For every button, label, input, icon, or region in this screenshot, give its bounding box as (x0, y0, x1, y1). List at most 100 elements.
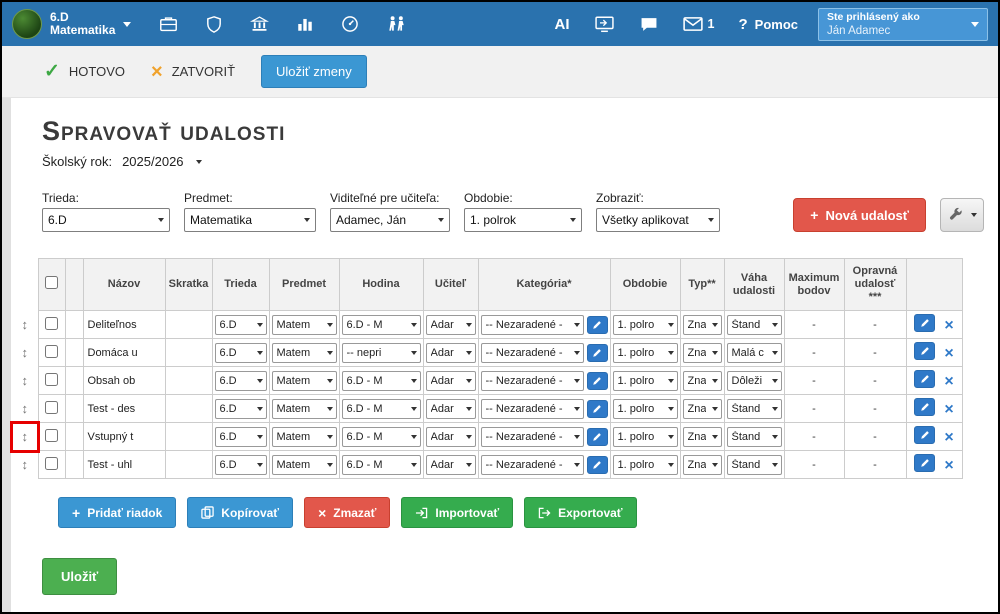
filter-teacher-select[interactable]: Adamec, Ján (330, 208, 450, 232)
edit-category-button[interactable] (587, 344, 608, 362)
bar-chart-icon[interactable] (296, 15, 314, 33)
skratka-cell[interactable] (165, 311, 212, 339)
row-checkbox[interactable] (45, 373, 58, 386)
weight-select[interactable]: Dôleži (727, 371, 782, 391)
class-select[interactable]: 6.D (215, 343, 267, 363)
term-select[interactable]: 1. polro (613, 371, 678, 391)
subject-select[interactable]: Matem (272, 455, 337, 475)
save-changes-button[interactable]: Uložiť zmeny (261, 55, 367, 88)
cast-screen-icon[interactable] (594, 15, 615, 33)
edit-category-button[interactable] (587, 372, 608, 390)
drag-handle-icon[interactable]: ↕ (22, 373, 29, 388)
class-select[interactable]: 6.D (215, 455, 267, 475)
subject-select[interactable]: Matem (272, 399, 337, 419)
import-button[interactable]: Importovať (401, 497, 513, 528)
drag-handle-icon[interactable]: ↕ (22, 345, 29, 360)
drag-handle-icon[interactable]: ↕ (22, 457, 29, 472)
chat-bubble-icon[interactable] (639, 16, 659, 33)
people-icon[interactable] (386, 15, 408, 33)
subject-select[interactable]: Matem (272, 343, 337, 363)
class-select[interactable]: 6.D (215, 427, 267, 447)
weight-select[interactable]: Štand (727, 427, 782, 447)
lesson-select[interactable]: 6.D - M (342, 315, 421, 335)
type-select[interactable]: Zna (683, 371, 722, 391)
edit-category-button[interactable] (587, 400, 608, 418)
row-checkbox[interactable] (45, 345, 58, 358)
term-select[interactable]: 1. polro (613, 455, 678, 475)
lesson-select[interactable]: 6.D - M (342, 399, 421, 419)
help-menu[interactable]: ? Pomoc (738, 16, 798, 33)
skratka-cell[interactable] (165, 367, 212, 395)
close-button[interactable]: × ZATVORIŤ (151, 62, 235, 82)
delete-row-icon[interactable]: × (944, 317, 953, 334)
skratka-cell[interactable] (165, 451, 212, 479)
class-switcher[interactable]: 6.D Matematika (12, 9, 131, 39)
gauge-icon[interactable] (341, 15, 359, 33)
category-select[interactable]: -- Nezaradené - (481, 455, 584, 475)
drag-handle-icon[interactable]: ↕ (22, 317, 29, 332)
type-select[interactable]: Zna (683, 343, 722, 363)
drag-handle-icon[interactable]: ↕ (22, 429, 29, 444)
weight-select[interactable]: Štand (727, 315, 782, 335)
edit-category-button[interactable] (587, 316, 608, 334)
skratka-cell[interactable] (165, 395, 212, 423)
edit-category-button[interactable] (587, 428, 608, 446)
edit-category-button[interactable] (587, 456, 608, 474)
teacher-select[interactable]: Adar (426, 315, 476, 335)
term-select[interactable]: 1. polro (613, 427, 678, 447)
category-select[interactable]: -- Nezaradené - (481, 343, 584, 363)
edit-row-button[interactable] (914, 370, 935, 388)
ai-nav-item[interactable]: AI (555, 16, 570, 33)
event-name-cell[interactable]: Test - des (83, 395, 165, 423)
settings-button[interactable] (940, 198, 984, 232)
event-name-cell[interactable]: Domáca u (83, 339, 165, 367)
row-checkbox[interactable] (45, 317, 58, 330)
category-select[interactable]: -- Nezaradené - (481, 427, 584, 447)
delete-row-icon[interactable]: × (944, 345, 953, 362)
lesson-select[interactable]: 6.D - M (342, 455, 421, 475)
user-menu[interactable]: Ste prihlásený ako Ján Adamec (818, 8, 988, 41)
done-button[interactable]: ✓ HOTOVO (44, 62, 125, 81)
filter-subject-select[interactable]: Matematika (184, 208, 316, 232)
drag-handle-icon[interactable]: ↕ (22, 401, 29, 416)
teacher-select[interactable]: Adar (426, 399, 476, 419)
event-name-cell[interactable]: Vstupný t (83, 423, 165, 451)
skratka-cell[interactable] (165, 423, 212, 451)
class-select[interactable]: 6.D (215, 399, 267, 419)
lesson-select[interactable]: 6.D - M (342, 427, 421, 447)
term-select[interactable]: 1. polro (613, 343, 678, 363)
row-checkbox[interactable] (45, 401, 58, 414)
edit-row-button[interactable] (914, 454, 935, 472)
save-button[interactable]: Uložiť (42, 558, 117, 595)
select-all-checkbox[interactable] (45, 276, 58, 289)
weight-select[interactable]: Štand (727, 455, 782, 475)
filter-class-select[interactable]: 6.D (42, 208, 170, 232)
filter-show-select[interactable]: Všetky aplikovat (596, 208, 720, 232)
weight-select[interactable]: Štand (727, 399, 782, 419)
messages-nav-item[interactable]: 1 (683, 16, 715, 32)
category-select[interactable]: -- Nezaradené - (481, 315, 584, 335)
bank-icon[interactable] (250, 15, 269, 33)
skratka-cell[interactable] (165, 339, 212, 367)
delete-button[interactable]: × Zmazať (304, 497, 390, 528)
subject-select[interactable]: Matem (272, 427, 337, 447)
event-name-cell[interactable]: Obsah ob (83, 367, 165, 395)
teacher-select[interactable]: Adar (426, 455, 476, 475)
type-select[interactable]: Zna (683, 455, 722, 475)
export-button[interactable]: Exportovať (524, 497, 636, 528)
teacher-select[interactable]: Adar (426, 343, 476, 363)
edit-row-button[interactable] (914, 426, 935, 444)
filter-term-select[interactable]: 1. polrok (464, 208, 582, 232)
weight-select[interactable]: Malá c (727, 343, 782, 363)
subject-select[interactable]: Matem (272, 315, 337, 335)
type-select[interactable]: Zna (683, 399, 722, 419)
category-select[interactable]: -- Nezaradené - (481, 399, 584, 419)
new-event-button[interactable]: + Nová udalosť (793, 198, 926, 232)
class-select[interactable]: 6.D (215, 315, 267, 335)
delete-row-icon[interactable]: × (944, 401, 953, 418)
type-select[interactable]: Zna (683, 427, 722, 447)
subject-select[interactable]: Matem (272, 371, 337, 391)
category-select[interactable]: -- Nezaradené - (481, 371, 584, 391)
school-year-select[interactable]: 2025/2026 (122, 154, 201, 169)
shield-icon[interactable] (205, 15, 223, 34)
